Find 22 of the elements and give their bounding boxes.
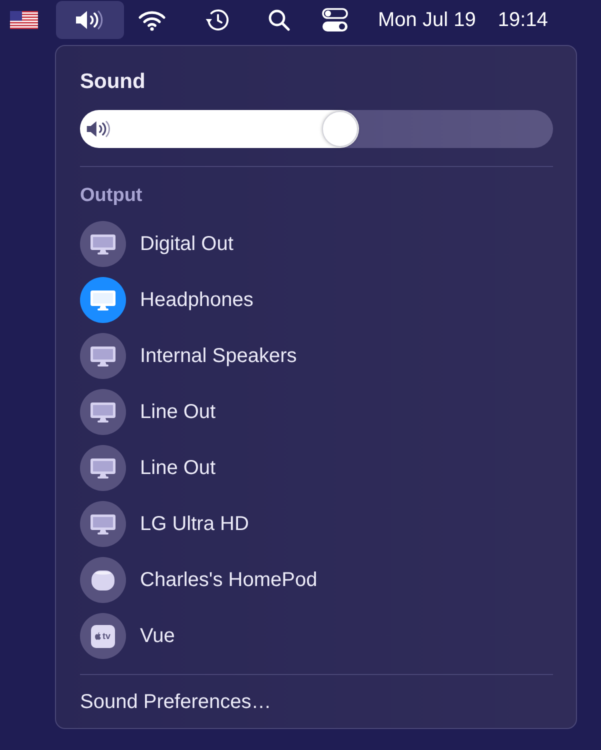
- history-icon[interactable]: [204, 8, 230, 32]
- output-device-item[interactable]: Line Out: [80, 440, 553, 496]
- output-device-item[interactable]: Internal Speakers: [80, 328, 553, 384]
- output-device-item[interactable]: tv Vue: [80, 608, 553, 664]
- tv-icon: tv: [80, 613, 126, 659]
- panel-title: Sound: [80, 69, 146, 95]
- sound-preferences-item[interactable]: Sound Preferences…: [80, 688, 272, 716]
- volume-slider-track[interactable]: [80, 110, 553, 148]
- toggles-icon[interactable]: [322, 8, 348, 32]
- flag-icon[interactable]: [10, 11, 38, 29]
- section-label: Output: [80, 184, 142, 208]
- output-device-item[interactable]: Line Out: [80, 384, 553, 440]
- speaker-icon: [86, 120, 112, 138]
- output-device-item[interactable]: Headphones: [80, 272, 553, 328]
- output-device-item[interactable]: Digital Out: [80, 216, 553, 272]
- menu-bar-clock[interactable]: 19:14: [498, 8, 548, 32]
- search-icon[interactable]: [267, 8, 291, 32]
- menu-bar-date[interactable]: Mon Jul 19: [378, 8, 476, 32]
- speaker-icon[interactable]: [56, 1, 124, 39]
- output-device-item[interactable]: Charles's HomePod: [80, 552, 553, 608]
- output-device-item[interactable]: LG Ultra HD: [80, 496, 553, 552]
- wifi-icon[interactable]: [138, 10, 166, 30]
